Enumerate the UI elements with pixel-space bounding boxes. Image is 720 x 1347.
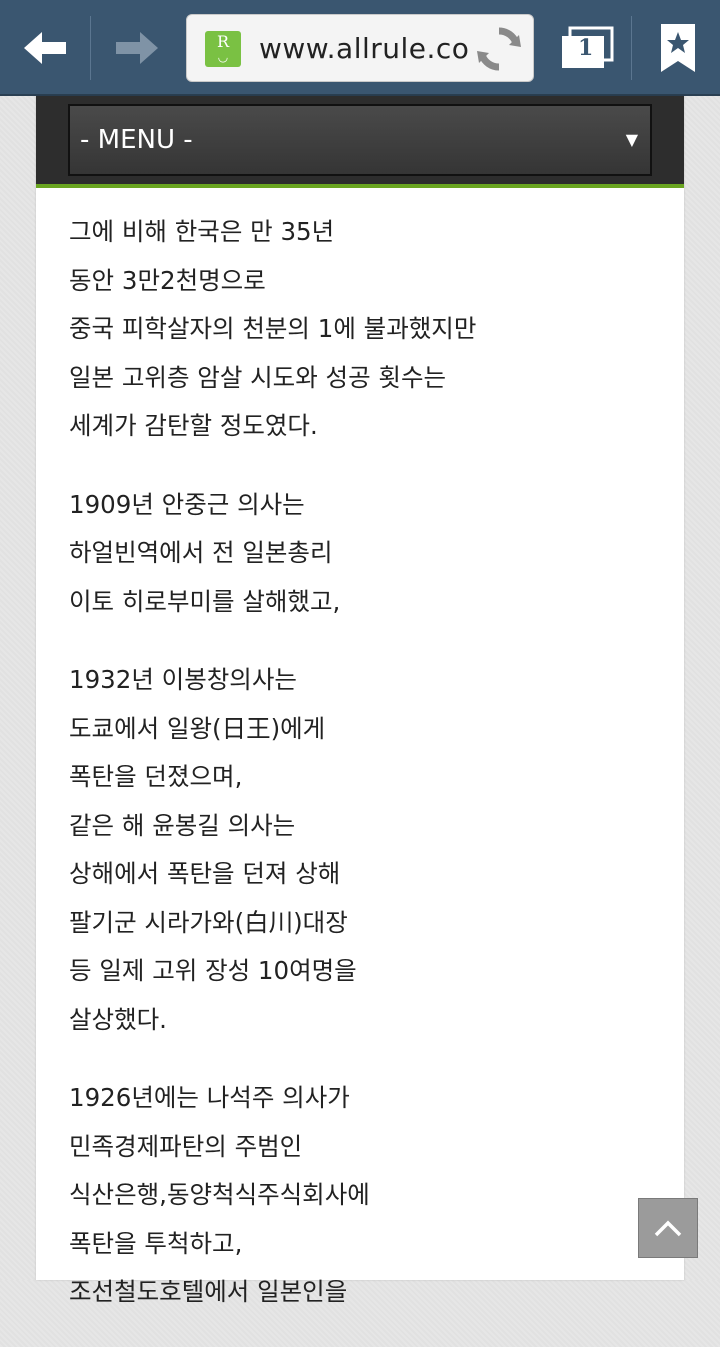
text-line: 등 일제 고위 장성 10여명을 bbox=[69, 956, 357, 985]
text-line: 1909년 안중근 의사는 bbox=[69, 489, 305, 519]
arrow-right-icon bbox=[116, 32, 158, 64]
text-line: 일본 고위층 암살 시도와 성공 횟수는 bbox=[69, 362, 447, 392]
reload-icon bbox=[477, 27, 521, 71]
tabs-button[interactable]: 1 bbox=[548, 0, 628, 96]
article-body: 그에 비해 한국은 만 35년 동안 3만2천명으로 중국 피학살자의 천분의 … bbox=[69, 208, 659, 1347]
menu-bar: - MENU - ▼ bbox=[36, 96, 684, 188]
page-content: - MENU - ▼ 그에 비해 한국은 만 35년 동안 3만2천명으로 중국… bbox=[36, 96, 684, 1306]
text-line: 1932년 이봉창의사는 bbox=[69, 665, 297, 694]
url-text[interactable]: www.allrule.co bbox=[259, 15, 469, 81]
text-line: 살상했다. bbox=[69, 1004, 167, 1034]
bookmark-star-icon bbox=[661, 24, 695, 72]
paragraph: 그에 비해 한국은 만 35년 동안 3만2천명으로 중국 피학살자의 천분의 … bbox=[69, 208, 659, 451]
reload-button[interactable] bbox=[473, 23, 525, 75]
text-line: 동안 3만2천명으로 bbox=[69, 265, 266, 295]
text-line: 민족경제파탄의 주범인 bbox=[69, 1131, 303, 1161]
arrow-left-icon bbox=[24, 32, 66, 64]
text-line: 팔기군 시라가와(白川)대장 bbox=[69, 907, 348, 937]
text-line: 같은 해 윤봉길 의사는 bbox=[69, 810, 296, 840]
text-line: 이토 히로부미를 살해했고, bbox=[69, 586, 341, 616]
chevron-up-icon bbox=[654, 1220, 682, 1237]
text-line: 식산은행,동양척식주식회사에 bbox=[69, 1180, 370, 1209]
text-line: 세계가 감탄할 정도였다. bbox=[69, 411, 318, 440]
toolbar-divider bbox=[631, 16, 632, 80]
text-line: 상해에서 폭탄을 던져 상해 bbox=[69, 859, 341, 888]
paragraph: 1926년에는 나석주 의사가 민족경제파탄의 주범인 식산은행,동양척식주식회… bbox=[69, 1074, 659, 1317]
forward-button[interactable] bbox=[92, 0, 182, 96]
menu-select[interactable]: - MENU - ▼ bbox=[68, 104, 652, 176]
text-line: 조선철도호텔에서 일본인을 bbox=[69, 1277, 348, 1306]
paragraph: 1932년 이봉창의사는 도쿄에서 일왕(日王)에게 폭탄을 던졌으며, 같은 … bbox=[69, 656, 659, 1044]
menu-label: - MENU - bbox=[80, 125, 193, 155]
text-line: 중국 피학살자의 천분의 1에 불과했지만 bbox=[69, 314, 477, 343]
site-favicon: R ◡ bbox=[205, 31, 241, 67]
text-line: 1926년에는 나석주 의사가 bbox=[69, 1083, 350, 1112]
text-line: 도쿄에서 일왕(日王)에게 bbox=[69, 713, 326, 743]
text-line: 폭탄을 투척하고, bbox=[69, 1228, 243, 1258]
toolbar-divider bbox=[90, 16, 91, 80]
browser-toolbar: R ◡ www.allrule.co 1 bbox=[0, 0, 720, 96]
bookmark-button[interactable] bbox=[636, 0, 720, 96]
text-line: 하얼빈역에서 전 일본총리 bbox=[69, 538, 333, 567]
scroll-to-top-button[interactable] bbox=[638, 1198, 698, 1258]
back-button[interactable] bbox=[0, 0, 90, 96]
text-line: 폭탄을 던졌으며, bbox=[69, 762, 243, 791]
tab-count: 1 bbox=[578, 35, 594, 61]
dropdown-arrow-icon: ▼ bbox=[625, 130, 638, 149]
text-line: 그에 비해 한국은 만 35년 bbox=[69, 217, 335, 246]
address-bar[interactable]: R ◡ www.allrule.co bbox=[186, 14, 534, 82]
favicon-letter: R bbox=[216, 32, 230, 51]
paragraph: 1909년 안중근 의사는 하얼빈역에서 전 일본총리 이토 히로부미를 살해했… bbox=[69, 481, 659, 627]
